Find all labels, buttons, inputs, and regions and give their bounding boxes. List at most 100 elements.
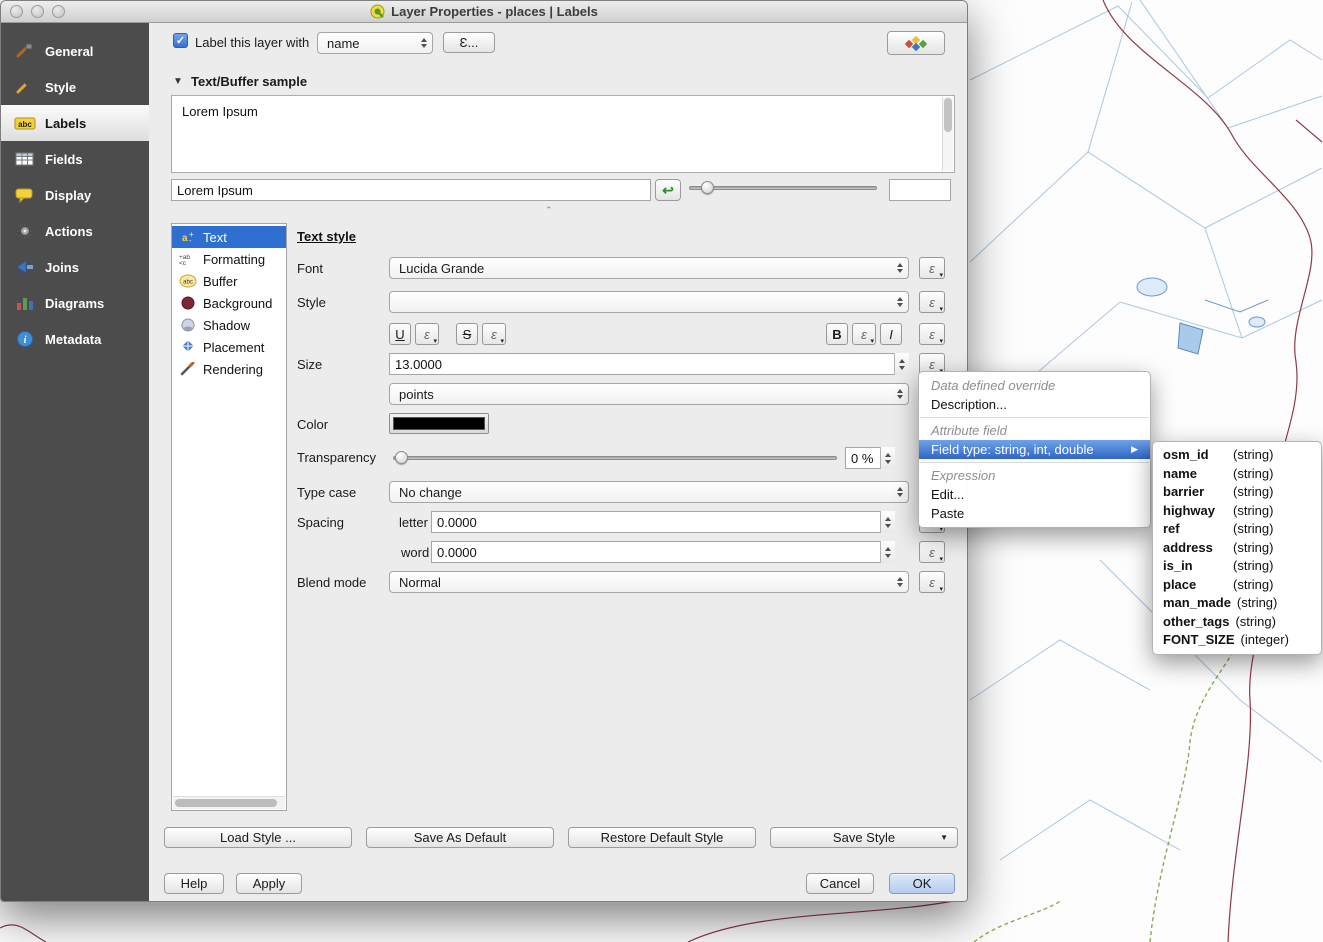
background-icon [179,296,197,310]
sidebar-item-fields[interactable]: Fields [1,141,149,177]
restore-default-style-button[interactable]: Restore Default Style [568,827,756,848]
transparency-spinbox[interactable] [845,447,895,469]
minimize-button[interactable] [31,5,44,18]
help-button[interactable]: Help [164,873,224,894]
ok-button[interactable]: OK [889,873,955,894]
strikethrough-button[interactable]: S [456,323,478,345]
tab-placement[interactable]: Placement [172,336,286,358]
field-menu-item[interactable]: is_in(string) [1153,557,1321,576]
sample-text-input[interactable] [171,179,651,201]
slider-knob[interactable] [701,181,714,194]
tab-buffer[interactable]: abc Buffer [172,270,286,292]
size-stepper[interactable] [894,353,909,375]
sidebar-item-labels[interactable]: abc Labels [1,105,149,141]
size-spinbox[interactable] [389,353,909,375]
slider-knob[interactable] [395,451,408,464]
zoom-button[interactable] [52,5,65,18]
sidebar-item-actions[interactable]: Actions [1,213,149,249]
word-spacing-data-defined-button[interactable]: ε▾ [919,541,945,563]
transparency-stepper[interactable] [880,447,895,469]
sidebar-item-general[interactable]: General [1,33,149,69]
underline-data-defined-button[interactable]: ε▾ [415,323,439,345]
preview-scale-slider[interactable] [689,181,877,195]
svg-text:abc: abc [183,280,193,286]
blend-mode-select[interactable]: Normal [389,571,909,593]
field-menu-item[interactable]: man_made(string) [1153,594,1321,613]
field-menu-item[interactable]: name(string) [1153,465,1321,484]
tab-background[interactable]: Background [172,292,286,314]
menu-item-paste[interactable]: Paste [919,504,1150,523]
transparency-slider[interactable] [393,451,837,465]
letter-spacing-stepper[interactable] [880,511,895,533]
field-menu-item[interactable]: FONT_SIZE(integer) [1153,631,1321,650]
letter-spacing-spinbox[interactable] [431,511,895,533]
field-menu-item[interactable]: barrier(string) [1153,483,1321,502]
sidebar-item-joins[interactable]: Joins [1,249,149,285]
menu-separator [920,417,1149,418]
tab-shadow[interactable]: Shadow [172,314,286,336]
menu-item-description[interactable]: Description... [919,395,1150,414]
tab-list-scrollbar[interactable] [173,796,285,809]
reset-sample-button[interactable]: ↩ [655,179,681,201]
close-button[interactable] [10,5,23,18]
splitter-handle[interactable]: ⌃ [545,205,553,216]
save-style-button[interactable]: Save Style ▼ [770,827,958,848]
cancel-button[interactable]: Cancel [806,873,874,894]
word-spacing-input[interactable] [431,541,895,563]
label-field-select[interactable]: name [317,32,433,54]
data-defined-icon: ε [929,546,935,559]
apply-button[interactable]: Apply [236,873,302,894]
size-units-select[interactable]: points [389,383,909,405]
type-case-select[interactable]: No change [389,481,909,503]
label-layer-checkbox[interactable]: ✓ [173,33,188,48]
data-defined-icon: ε [929,328,935,341]
field-menu-item[interactable]: other_tags(string) [1153,613,1321,632]
underline-button[interactable]: U [389,323,411,345]
color-swatch-button[interactable] [389,413,489,434]
automated-placement-button[interactable] [887,31,945,55]
field-menu-item[interactable]: address(string) [1153,539,1321,558]
layer-properties-window: Layer Properties - places | Labels Gener… [0,0,968,902]
field-menu-item[interactable]: place(string) [1153,576,1321,595]
color-swatch [393,417,485,430]
menu-item-field-type[interactable]: Field type: string, int, double ▶ [919,440,1150,459]
word-spacing-stepper[interactable] [880,541,895,563]
qgis-icon [370,4,385,19]
size-input[interactable] [389,353,909,375]
attribute-field-submenu: osm_id(string) name(string) barrier(stri… [1152,441,1322,655]
font-select[interactable]: Lucida Grande [389,257,909,279]
data-defined-context-menu: Data defined override Description... Att… [918,371,1151,528]
sidebar-item-metadata[interactable]: i Metadata [1,321,149,357]
blend-mode-data-defined-button[interactable]: ε▾ [919,571,945,593]
expression-builder-button[interactable]: Ɛ... [443,32,495,53]
disclosure-triangle-icon[interactable]: ▼ [173,76,183,87]
preview-scale-field[interactable] [889,179,951,201]
select-arrows-icon [897,258,903,278]
label-field-value: name [327,36,360,51]
save-as-default-button[interactable]: Save As Default [366,827,554,848]
strikethrough-data-defined-button[interactable]: ε▾ [482,323,506,345]
letter-spacing-input[interactable] [431,511,895,533]
italic-data-defined-button[interactable]: ε▾ [919,323,945,345]
preview-scrollbar[interactable] [942,97,953,171]
tab-formatting[interactable]: +ab<c Formatting [172,248,286,270]
bold-data-defined-button[interactable]: ε▾ [852,323,876,345]
sidebar-item-style[interactable]: Style [1,69,149,105]
word-spacing-spinbox[interactable] [431,541,895,563]
field-menu-item[interactable]: ref(string) [1153,520,1321,539]
style-select[interactable] [389,291,909,313]
menu-item-edit[interactable]: Edit... [919,485,1150,504]
style-data-defined-button[interactable]: ε▾ [919,291,945,313]
load-style-button[interactable]: Load Style ... [164,827,352,848]
sidebar-item-diagrams[interactable]: Diagrams [1,285,149,321]
field-menu-item[interactable]: osm_id(string) [1153,446,1321,465]
letter-label: letter [399,515,428,530]
font-data-defined-button[interactable]: ε▾ [919,257,945,279]
svg-text:a: a [182,233,188,244]
bold-button[interactable]: B [826,323,848,345]
field-menu-item[interactable]: highway(string) [1153,502,1321,521]
tab-text[interactable]: a+- Text [172,226,286,248]
italic-button[interactable]: I [880,323,902,345]
tab-rendering[interactable]: Rendering [172,358,286,380]
sidebar-item-display[interactable]: Display [1,177,149,213]
